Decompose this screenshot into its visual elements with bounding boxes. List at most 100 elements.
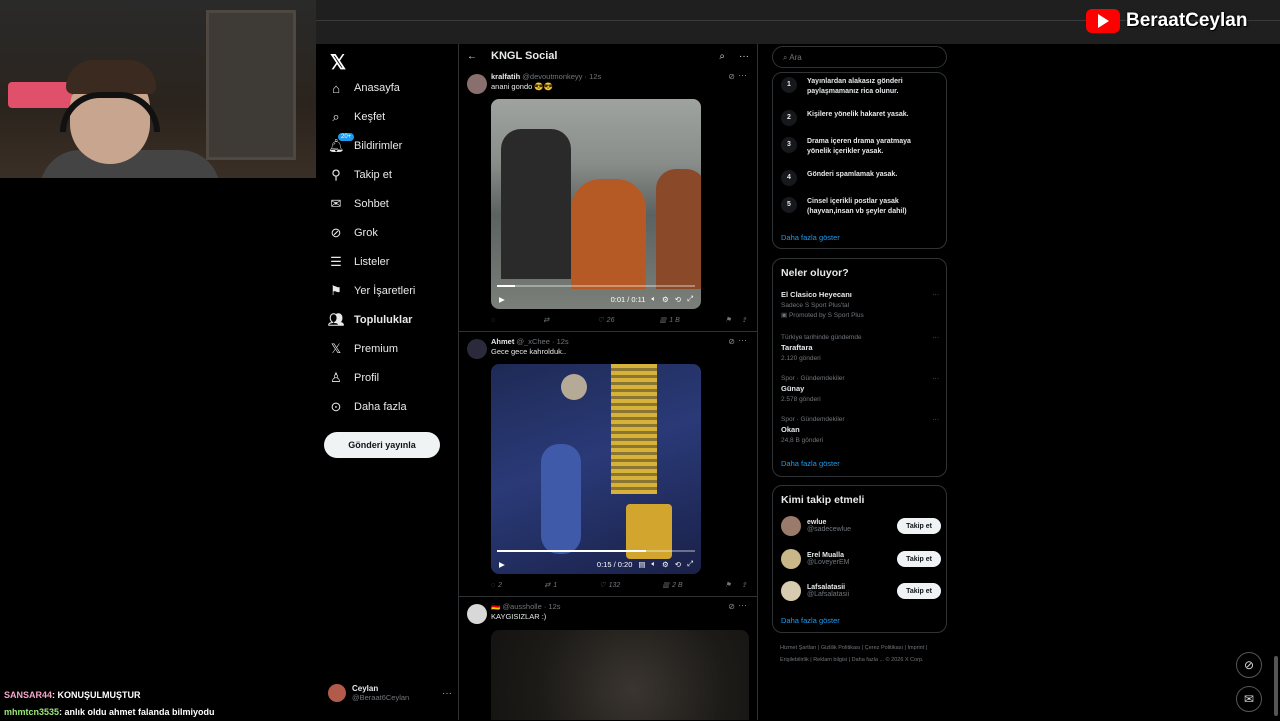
avatar — [781, 549, 801, 569]
follow-suggestion[interactable]: ewlue @sadecewlue Takip et — [781, 516, 941, 536]
more-icon[interactable]: ··· — [738, 600, 747, 610]
show-more-link[interactable]: Daha fazla göster — [781, 459, 840, 468]
post[interactable]: kralfatih @devoutmonkeyy · 12s ⊘ ··· ana… — [459, 68, 757, 332]
search-input[interactable]: ⌕ Ara — [772, 46, 947, 68]
nav-item-daha-fazla[interactable]: ⊙ Daha fazla — [328, 396, 407, 418]
follow-suggestion[interactable]: Erel Mualla @LoveyerEM Takip et — [781, 549, 941, 569]
chat-text: : KONUŞULMUŞTUR — [52, 690, 141, 700]
follow-suggestion[interactable]: Lafsalatasii @Lafsalatasii Takip et — [781, 581, 941, 601]
more-icon[interactable]: ··· — [933, 374, 940, 384]
repost-button[interactable]: ⇄ — [543, 316, 552, 324]
grok-icon[interactable]: ⊘ — [728, 602, 735, 611]
search-icon: ⌕ — [332, 109, 340, 124]
search-icon[interactable]: ⌕ — [719, 51, 725, 62]
trend-item[interactable]: El Clasico Heyecanı Sadece S Sport Plus'… — [781, 290, 939, 321]
bookmark-button[interactable]: ⚑ ⇪ — [725, 316, 747, 324]
subtitles-icon[interactable]: ▤ — [638, 560, 645, 569]
post-header: kralfatih @devoutmonkeyy · 12s — [491, 72, 602, 81]
more-icon[interactable]: ··· — [738, 335, 747, 345]
post-button[interactable]: Gönderi yayınla — [324, 432, 440, 458]
show-more-link[interactable]: Daha fazla göster — [781, 616, 840, 625]
nav-item-bildirimler[interactable]: 🔔︎ 20+ Bildirimler — [328, 133, 402, 157]
back-arrow-icon[interactable]: ← — [467, 51, 477, 62]
author-handle[interactable]: @_xChee — [516, 337, 549, 346]
settings-icon[interactable]: ⚙ — [662, 560, 669, 569]
more-icon[interactable]: ··· — [933, 333, 940, 343]
nav-item-kesfet[interactable]: ⌕ Keşfet — [328, 106, 385, 128]
post-image[interactable] — [491, 630, 749, 720]
follow-button[interactable]: Takip et — [897, 551, 941, 567]
more-icon[interactable]: ··· — [933, 415, 940, 425]
more-icon[interactable]: ··· — [933, 290, 940, 300]
nav-item-topluluklar[interactable]: 👥︎ Topluluklar — [328, 309, 412, 331]
share-icon[interactable]: ⇪ — [741, 316, 747, 324]
author-name[interactable]: 🇩🇪 — [491, 602, 500, 611]
reply-button[interactable]: ◌ 2 — [491, 581, 502, 589]
trend-item[interactable]: Spor · Gündemdekiler Okan 24,8 B gönderi… — [781, 415, 939, 446]
repost-button[interactable]: ⇄ 1 — [544, 581, 557, 590]
nav-item-anasayfa[interactable]: ⌂ Anasayfa — [328, 77, 400, 99]
grok-fab-icon[interactable]: ⊘ — [1236, 652, 1262, 678]
more-icon[interactable]: ··· — [738, 70, 747, 80]
author-name[interactable]: kralfatih — [491, 72, 520, 81]
grok-icon[interactable]: ⊘ — [728, 337, 735, 346]
post[interactable]: Ahmet @_xChee · 12s ⊘ ··· Gece gece kahr… — [459, 333, 757, 597]
views-button[interactable]: ▥ 1 B — [660, 316, 680, 325]
reply-icon: ◌ — [491, 316, 496, 324]
show-more-link[interactable]: Daha fazla göster — [781, 233, 840, 242]
account-switcher[interactable]: Ceylan @Beraat6Ceylan ··· — [328, 684, 452, 702]
volume-icon[interactable]: 🔈︎ — [651, 559, 656, 569]
search-placeholder: Ara — [789, 53, 802, 62]
video-time: 0:15 / 0:20 — [596, 559, 633, 569]
like-button[interactable]: ♡ 132 — [599, 581, 620, 590]
grok-icon[interactable]: ⊘ — [728, 72, 735, 81]
account-name: Ceylan — [352, 684, 379, 693]
video-progress[interactable] — [497, 550, 695, 552]
play-icon[interactable]: ▶ — [499, 560, 505, 569]
messages-fab-icon[interactable]: ✉ — [1236, 686, 1262, 712]
footer-links[interactable]: Hizmet Şartları | Gizlilik Politikası | … — [780, 642, 950, 666]
avatar[interactable] — [467, 604, 487, 624]
avatar — [328, 684, 346, 702]
fullscreen-icon[interactable]: ⤢ — [687, 294, 693, 304]
play-icon[interactable]: ▶ — [499, 295, 505, 304]
trend-item[interactable]: Spor · Gündemdekiler Günay 2.578 gönderi… — [781, 374, 939, 405]
nav-item-listeler[interactable]: ☰ Listeler — [328, 251, 389, 273]
nav-item-premium[interactable]: 𝕏 Premium — [328, 338, 398, 360]
x-logo-icon[interactable]: 𝕏 — [330, 50, 346, 75]
avatar[interactable] — [467, 339, 487, 359]
fullscreen-icon[interactable]: ⤢ — [687, 559, 693, 569]
stream-chat: SANSAR44: KONUŞULMUŞTUR mhmtcn3535: anlı… — [4, 687, 215, 721]
author-handle[interactable]: @aussholle — [502, 602, 541, 611]
page-scrollbar[interactable] — [1273, 44, 1279, 720]
loop-icon[interactable]: ⟲ — [675, 560, 681, 569]
trend-item[interactable]: Türkiye tarihinde gündemde Taraftara 2.1… — [781, 333, 939, 364]
share-icon[interactable]: ⇪ — [741, 581, 747, 589]
settings-icon[interactable]: ⚙ — [662, 295, 669, 304]
volume-icon[interactable]: 🔈︎ — [651, 294, 656, 304]
video-controls: ▶ 0:01 / 0:11 🔈︎ ⚙ ⟲ ⤢ — [491, 289, 701, 309]
follow-button[interactable]: Takip et — [897, 583, 941, 599]
nav-label: Takip et — [354, 169, 392, 181]
more-icon[interactable]: ··· — [739, 51, 749, 62]
post[interactable]: 🇩🇪 @aussholle · 12s ⊘ ··· KAYGISIZLAR :) — [459, 598, 757, 720]
bookmark-button[interactable]: ⚑ ⇪ — [725, 581, 747, 589]
nav-item-sohbet[interactable]: ✉ Sohbet — [328, 193, 389, 215]
repost-icon: ⇄ — [543, 317, 550, 324]
nav-item-profil[interactable]: ♙ Profil — [328, 367, 379, 389]
bookmark-icon: ⚑ — [330, 283, 342, 298]
nav-item-grok[interactable]: ⊘ Grok — [328, 222, 378, 244]
nav-item-yer-isaretleri[interactable]: ⚑ Yer İşaretleri — [328, 280, 415, 302]
author-name[interactable]: Ahmet — [491, 337, 514, 346]
nav-item-takip-et[interactable]: ⚲ Takip et — [328, 164, 392, 186]
author-handle[interactable]: @devoutmonkeyy — [522, 72, 582, 81]
like-button[interactable]: ♡ 26 — [597, 316, 614, 325]
video-player[interactable]: ▶ 0:01 / 0:11 🔈︎ ⚙ ⟲ ⤢ — [491, 99, 701, 309]
loop-icon[interactable]: ⟲ — [675, 295, 681, 304]
views-button[interactable]: ▥ 2 B — [663, 581, 683, 590]
video-progress[interactable] — [497, 285, 695, 287]
reply-button[interactable]: ◌ — [491, 316, 498, 324]
video-player[interactable]: ▶ 0:15 / 0:20 ▤ 🔈︎ ⚙ ⟲ ⤢ — [491, 364, 701, 574]
avatar[interactable] — [467, 74, 487, 94]
follow-button[interactable]: Takip et — [897, 518, 941, 534]
